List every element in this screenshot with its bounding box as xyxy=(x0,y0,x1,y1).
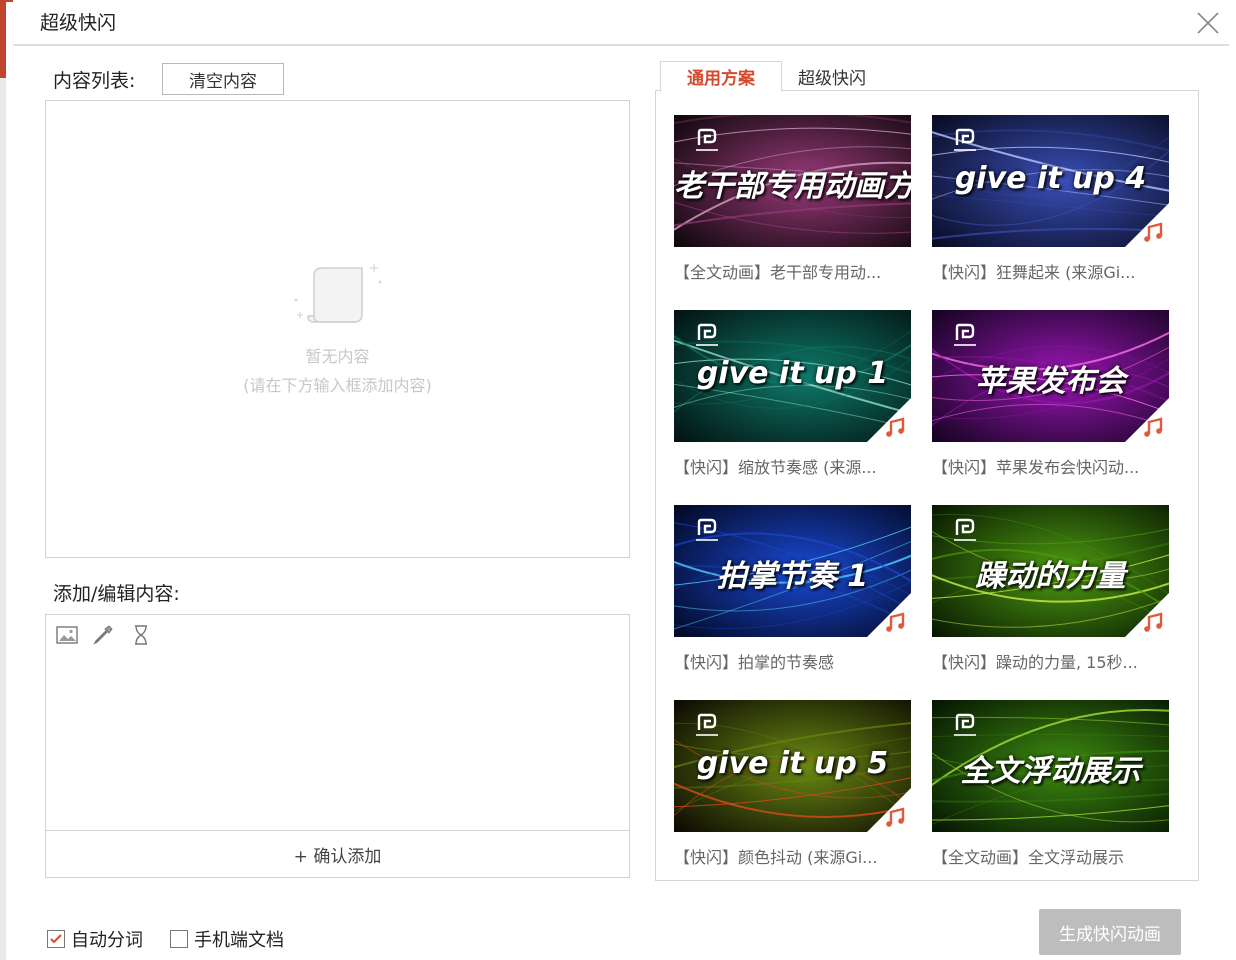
template-thumbnail: 老干部专用动画方案 xyxy=(674,115,911,247)
tab-super-flash[interactable]: 超级快闪 xyxy=(784,61,880,91)
close-icon xyxy=(1197,12,1219,34)
template-title: 老干部专用动画方案 xyxy=(674,169,911,204)
auto-segment-checkbox[interactable]: 自动分词 xyxy=(47,926,143,952)
music-note-icon xyxy=(1125,203,1169,247)
mobile-doc-label: 手机端文档 xyxy=(194,930,284,951)
tab-general-scheme[interactable]: 通用方案 xyxy=(660,61,782,92)
template-thumbnail: 全文浮动展示 xyxy=(932,700,1169,832)
papocket-logo-icon xyxy=(696,323,718,346)
papocket-logo-icon xyxy=(954,518,976,541)
empty-document-icon xyxy=(294,264,382,323)
empty-state-title: 暂无内容 xyxy=(305,347,370,366)
template-caption: 【全文动画】全文浮动展示 xyxy=(932,848,1125,867)
template-thumbnail: 苹果发布会 xyxy=(932,310,1169,442)
color-picker-button[interactable] xyxy=(91,623,115,647)
papocket-logo-icon xyxy=(696,518,718,541)
template-title: 躁动的力量 xyxy=(975,559,1126,594)
template-thumbnail: 躁动的力量 xyxy=(932,505,1169,637)
hourglass-icon xyxy=(135,625,147,645)
background-window-strip xyxy=(0,0,6,960)
image-icon xyxy=(56,626,78,644)
template-title: 全文浮动展示 xyxy=(960,754,1141,789)
content-editor[interactable]: + 确认添加 xyxy=(45,614,630,878)
content-list-box: 暂无内容 (请在下方输入框添加内容) xyxy=(45,100,630,558)
template-caption: 【快闪】缩放节奏感 (来源... xyxy=(674,458,877,477)
template-caption: 【快闪】狂舞起来 (来源Gi... xyxy=(932,263,1136,282)
auto-segment-label: 自动分词 xyxy=(71,930,143,951)
confirm-add-button[interactable]: + 确认添加 xyxy=(46,831,629,877)
dialog-title: 超级快闪 xyxy=(40,12,117,34)
clear-content-button[interactable]: 清空内容 xyxy=(162,63,284,95)
music-note-icon xyxy=(1125,398,1169,442)
template-caption: 【快闪】躁动的力量, 15秒... xyxy=(932,653,1138,672)
eyedropper-icon xyxy=(93,625,113,645)
content-list-label: 内容列表: xyxy=(53,70,136,92)
template-thumbnail: 拍掌节奏 1 xyxy=(674,505,911,637)
template-thumbnail: give it up 4 xyxy=(932,115,1169,247)
template-title: give it up 4 xyxy=(954,161,1147,196)
empty-state-hint: (请在下方输入框添加内容) xyxy=(243,376,432,395)
music-note-icon xyxy=(867,593,911,637)
papocket-logo-icon xyxy=(954,128,976,151)
music-note-icon xyxy=(867,788,911,832)
template-caption: 【快闪】颜色抖动 (来源Gi... xyxy=(674,848,878,867)
checkbox-box xyxy=(47,930,65,948)
mobile-doc-checkbox[interactable]: 手机端文档 xyxy=(170,926,284,952)
template-title: 拍掌节奏 1 xyxy=(716,559,869,594)
template-caption: 【快闪】苹果发布会快闪动... xyxy=(932,458,1140,477)
duration-button[interactable] xyxy=(129,623,153,647)
music-note-icon xyxy=(867,398,911,442)
add-edit-label: 添加/编辑内容: xyxy=(53,583,180,605)
template-caption: 【快闪】拍掌的节奏感 xyxy=(674,653,835,672)
template-title: give it up 1 xyxy=(696,356,889,391)
papocket-logo-icon xyxy=(954,713,976,736)
insert-image-button[interactable] xyxy=(55,623,79,647)
music-note-icon xyxy=(1125,593,1169,637)
checkmark-icon xyxy=(50,934,62,944)
template-thumbnail: give it up 5 xyxy=(674,700,911,832)
title-divider xyxy=(13,44,1229,46)
close-button[interactable] xyxy=(1193,8,1223,38)
papocket-logo-icon xyxy=(954,323,976,346)
checkbox-box xyxy=(170,930,188,948)
template-thumbnail: give it up 1 xyxy=(674,310,911,442)
papocket-logo-icon xyxy=(696,713,718,736)
papocket-logo-icon xyxy=(696,128,718,151)
background-window-accent xyxy=(0,0,6,78)
generate-flash-animation-button[interactable]: 生成快闪动画 xyxy=(1039,909,1181,955)
template-caption: 【全文动画】老干部专用动... xyxy=(674,263,882,282)
template-title: give it up 5 xyxy=(696,746,889,781)
template-title: 苹果发布会 xyxy=(975,364,1126,399)
